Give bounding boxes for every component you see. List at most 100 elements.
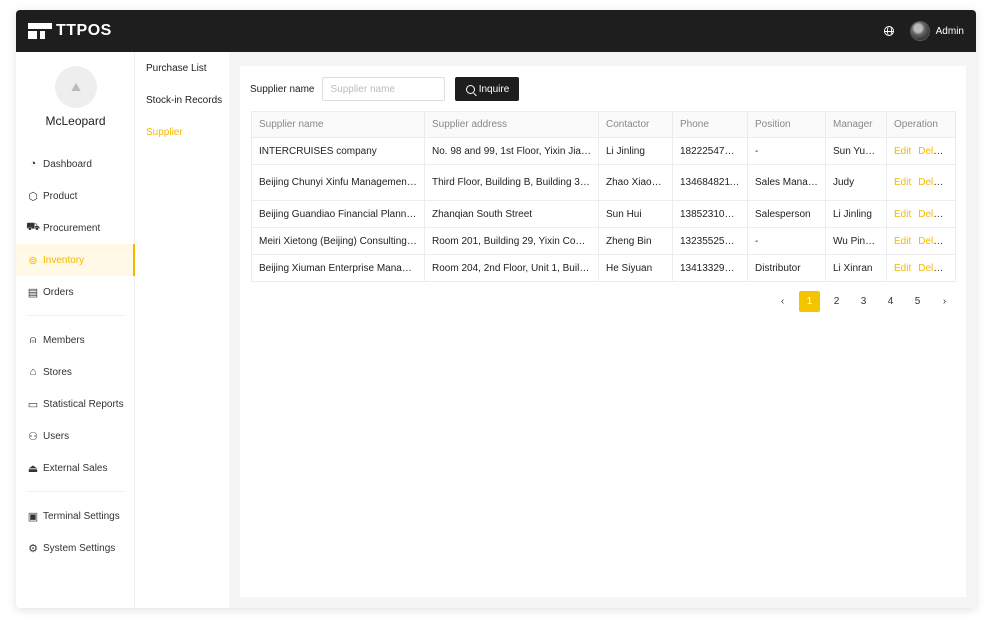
- cell-contactor: Sun Hui: [598, 200, 673, 228]
- sidebar-item-procurement[interactable]: ⛟ Procurement: [16, 212, 135, 244]
- supplier-name-label: Supplier name: [250, 83, 315, 95]
- sidebar-item-stores[interactable]: ⌂ Stores: [16, 356, 135, 388]
- sidebar-item-label: Users: [43, 430, 70, 442]
- users-icon: ⚇: [28, 430, 38, 443]
- cell-phone: 13413329906: [672, 254, 748, 282]
- delete-link[interactable]: Delete: [918, 236, 947, 247]
- sidebar-item-label: Product: [43, 190, 78, 202]
- cell-name: INTERCRUISES company: [251, 137, 425, 165]
- delete-link[interactable]: Delete: [918, 177, 947, 188]
- store-name: McLeopard: [45, 114, 106, 128]
- logo[interactable]: TTPOS: [28, 22, 112, 40]
- sidebar: ⛰ McLeopard ◔ Dashboard ⬡ Product ⛟ Procureme…: [16, 52, 135, 608]
- cell-manager: Li Xinran: [825, 254, 887, 282]
- sidebar-item-statistical-reports[interactable]: ▭ Statistical Reports: [16, 388, 135, 420]
- user-name[interactable]: Admin: [936, 26, 964, 37]
- inquire-button[interactable]: Inquire: [455, 77, 520, 101]
- sidebar-item-dashboard[interactable]: ◔ Dashboard: [16, 148, 135, 180]
- search-icon: [465, 84, 475, 94]
- sidebar-item-users[interactable]: ⚇ Users: [16, 420, 135, 452]
- cell-name: Beijing Guandiao Financial Planning Co.,…: [251, 200, 425, 228]
- table-row: Beijing Xiuman Enterprise Management Co.…: [251, 254, 956, 282]
- delete-link[interactable]: Delete: [918, 209, 947, 220]
- cell-phone: 13852310874: [672, 200, 748, 228]
- sidebar-item-label: Procurement: [43, 222, 101, 234]
- edit-link[interactable]: Edit: [894, 263, 911, 274]
- logo-text: TTPOS: [56, 22, 112, 39]
- shop-bag-icon: ⏏: [27, 462, 39, 475]
- language-globe-icon[interactable]: [883, 26, 894, 36]
- page-button-3[interactable]: 3: [853, 291, 874, 312]
- user-avatar[interactable]: [909, 21, 930, 41]
- sidebar-item-orders[interactable]: ▤ Orders: [16, 276, 135, 308]
- sidebar-item-system-settings[interactable]: ⚙ System Settings: [16, 532, 135, 564]
- content-panel: Supplier name Inquire Supplier nameSuppl…: [240, 66, 966, 597]
- sidebar-item-label: Inventory: [43, 254, 85, 266]
- filter-bar: Supplier name Inquire: [250, 77, 520, 101]
- cell-manager: Sun Yuxuan: [825, 137, 887, 165]
- table-row: Beijing Guandiao Financial Planning Co.,…: [251, 200, 956, 228]
- cell-position: Sales Manager: [747, 164, 826, 201]
- sub-nav: Purchase List Stock-in Records Supplier: [135, 52, 229, 608]
- sidebar-item-label: System Settings: [43, 542, 116, 554]
- page-button-4[interactable]: 4: [880, 291, 901, 312]
- nav-divider: [16, 308, 135, 324]
- cell-manager: Judy: [825, 164, 887, 201]
- sidebar-item-terminal-settings[interactable]: ▣ Terminal Settings: [16, 500, 135, 532]
- app-window: TTPOS Admin ⛰ McLeopard ◔ Dashboard ⬡ Produ…: [16, 10, 976, 608]
- delete-link[interactable]: Delete: [918, 263, 947, 274]
- inventory-icon: ⊚: [28, 254, 38, 267]
- cell-manager: Wu Pinglan: [825, 227, 887, 255]
- cell-address: Third Floor, Building B, Building 33, Yi…: [424, 164, 599, 201]
- edit-link[interactable]: Edit: [894, 177, 911, 188]
- sidebar-item-external-sales[interactable]: ⏏ External Sales: [16, 452, 135, 484]
- page-button-1[interactable]: 1: [799, 291, 820, 312]
- sidebar-item-label: Statistical Reports: [43, 398, 124, 410]
- cell-contactor: He Siyuan: [598, 254, 673, 282]
- cell-phone: 13468482116: [672, 164, 748, 201]
- subnav-item-supplier[interactable]: Supplier: [135, 116, 229, 148]
- table-row: INTERCRUISES company No. 98 and 99, 1st F…: [251, 137, 956, 165]
- supplier-name-input[interactable]: [322, 77, 446, 101]
- sidebar-item-product[interactable]: ⬡ Product: [16, 180, 135, 212]
- cell-position: -: [747, 227, 826, 255]
- table-header-row: Supplier name Supplier address Contactor Ph…: [251, 111, 956, 138]
- cell-position: Salesperson: [747, 200, 826, 228]
- sidebar-item-label: Stores: [43, 366, 72, 378]
- cell-name: Meiri Xietong (Beijing) Consulting Co., …: [251, 227, 425, 255]
- sidebar-item-label: External Sales: [43, 462, 108, 474]
- page-button-5[interactable]: 5: [907, 291, 928, 312]
- sidebar-item-inventory[interactable]: ⊚ Inventory: [16, 244, 135, 276]
- column-header-position: Position: [747, 111, 826, 138]
- column-header-manager: Manager: [825, 111, 887, 138]
- terminal-icon: ▣: [27, 510, 39, 523]
- cell-address: Room 201, Building 29, Yixin Community: [424, 227, 599, 255]
- sidebar-item-members[interactable]: ⍝ Members: [16, 324, 135, 356]
- column-header-operation: Operation: [886, 111, 956, 138]
- edit-link[interactable]: Edit: [894, 146, 911, 157]
- cell-contactor: Zheng Bin: [598, 227, 673, 255]
- page-button-2[interactable]: 2: [826, 291, 847, 312]
- cell-contactor: Zhao Xiaoyue: [598, 164, 673, 201]
- table-row: Beijing Chunyi Xinfu Management Consulti…: [251, 164, 956, 201]
- logo-mark-icon: [28, 23, 52, 39]
- cell-operation: Edit Delete: [886, 164, 956, 201]
- top-bar: TTPOS Admin: [16, 10, 976, 52]
- member-badge-icon: ⍝: [29, 333, 37, 346]
- cell-operation: Edit Delete: [886, 137, 956, 165]
- delete-link[interactable]: Delete: [918, 146, 947, 157]
- cart-icon: ⛟: [26, 221, 40, 233]
- edit-link[interactable]: Edit: [894, 236, 911, 247]
- store-avatar-image-icon: ⛰: [55, 66, 97, 108]
- sidebar-item-label: Orders: [43, 286, 74, 298]
- next-page-chevron-icon[interactable]: ›: [934, 291, 955, 312]
- cell-address: No. 98 and 99, 1st Floor, Yixin Jiayuan: [424, 137, 599, 165]
- sidebar-item-label: Members: [43, 334, 85, 346]
- column-header-contactor: Contactor: [598, 111, 673, 138]
- subnav-item-purchase-list[interactable]: Purchase List: [135, 52, 229, 84]
- subnav-item-stock-in-records[interactable]: Stock-in Records: [135, 84, 229, 116]
- cell-operation: Edit Delete: [886, 227, 956, 255]
- edit-link[interactable]: Edit: [894, 209, 911, 220]
- prev-page-chevron-icon[interactable]: ‹: [772, 291, 793, 312]
- cell-address: Room 204, 2nd Floor, Unit 1, Building 5: [424, 254, 599, 282]
